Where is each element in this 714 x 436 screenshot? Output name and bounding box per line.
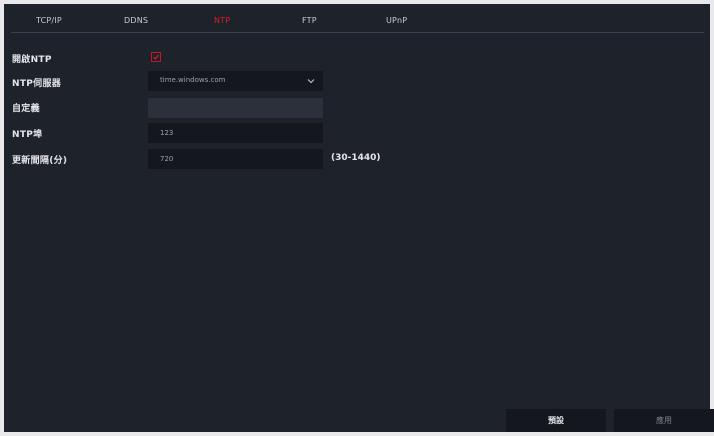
- tab-divider: [11, 32, 704, 33]
- check-icon: [153, 54, 160, 60]
- tab-ddns[interactable]: DDNS: [124, 16, 148, 25]
- ntp-settings-panel: TCP/IP DDNS NTP FTP UPnP 開啟NTP NTP伺服器 ti…: [4, 4, 714, 432]
- update-interval-label: 更新間隔(分): [12, 156, 68, 166]
- ntp-port-input[interactable]: [148, 123, 323, 143]
- tab-ntp[interactable]: NTP: [214, 16, 230, 25]
- tab-bar: TCP/IP DDNS NTP FTP UPnP: [4, 16, 710, 30]
- chevron-down-icon: [307, 79, 315, 84]
- custom-label: 自定義: [12, 104, 40, 114]
- enable-ntp-checkbox[interactable]: [151, 52, 161, 62]
- tab-tcp-ip[interactable]: TCP/IP: [36, 16, 62, 25]
- default-button[interactable]: 預設: [506, 409, 606, 432]
- ntp-port-label: NTP埠: [12, 130, 43, 140]
- apply-button[interactable]: 應用: [614, 409, 714, 432]
- enable-ntp-label: 開啟NTP: [12, 55, 52, 65]
- ntp-server-label: NTP伺服器: [12, 79, 62, 89]
- update-interval-input[interactable]: [148, 149, 323, 169]
- ntp-server-value: time.windows.com: [160, 76, 226, 84]
- tab-upnp[interactable]: UPnP: [386, 16, 407, 25]
- custom-server-input[interactable]: [148, 98, 323, 118]
- ntp-server-select[interactable]: time.windows.com: [148, 71, 323, 91]
- tab-ftp[interactable]: FTP: [302, 16, 317, 25]
- update-interval-range-hint: (30-1440): [331, 153, 381, 163]
